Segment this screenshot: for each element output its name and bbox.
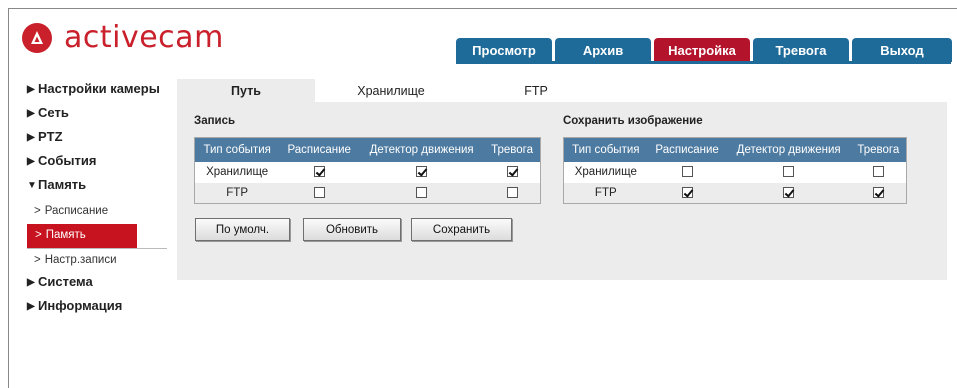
column-header: Детектор движения bbox=[726, 137, 851, 162]
tab-logout[interactable]: Выход bbox=[852, 38, 952, 62]
snapshot-ftp-motion-checkbox[interactable] bbox=[783, 187, 795, 199]
snapshot-ftp-schedule-checkbox[interactable] bbox=[681, 187, 693, 199]
column-header: Тревога bbox=[850, 137, 907, 162]
column-header: Тревога bbox=[484, 137, 541, 162]
snapshot-ftp-alarm-checkbox[interactable] bbox=[872, 187, 884, 199]
tab-view[interactable]: Просмотр bbox=[456, 38, 552, 62]
table-header-row: Тип события Расписание Детектор движения… bbox=[563, 137, 907, 162]
column-header: Тип события bbox=[563, 137, 648, 162]
column-header: Расписание bbox=[647, 137, 727, 162]
default-button[interactable]: По умолч. bbox=[195, 218, 290, 241]
sidebar-item-label: Система bbox=[38, 274, 93, 289]
table-header-row: Тип события Расписание Детектор движения… bbox=[194, 137, 541, 162]
record-section-title: Запись bbox=[194, 115, 236, 127]
row-label: Хранилище bbox=[206, 166, 269, 178]
tab-archive[interactable]: Архив bbox=[555, 38, 651, 62]
tab-settings[interactable]: Настройка bbox=[654, 38, 750, 62]
expand-arrow-icon: ▶ bbox=[27, 84, 35, 95]
sidebar-item-network[interactable]: ▶ Сеть bbox=[27, 104, 167, 128]
carat-icon: > bbox=[34, 205, 41, 217]
sidebar-item-label: Сеть bbox=[38, 105, 69, 120]
sidebar-item-label: Информация bbox=[38, 298, 123, 313]
expand-arrow-icon: ▶ bbox=[27, 301, 35, 312]
sidebar-item-label: Память bbox=[38, 177, 87, 192]
brand-name: activecam bbox=[64, 20, 224, 55]
sidebar: ▶ Настройки камеры ▶ Сеть ▶ PTZ ▶ Событи… bbox=[27, 80, 167, 321]
sidebar-item-system[interactable]: ▶ Система bbox=[27, 273, 167, 297]
table-row: Хранилище bbox=[195, 162, 541, 183]
collapse-arrow-icon: ▼ bbox=[27, 180, 37, 191]
brand-logo: activecam bbox=[22, 20, 224, 55]
sidebar-subitem-record-settings[interactable]: > Настр.записи bbox=[27, 249, 167, 273]
sidebar-item-camera-settings[interactable]: ▶ Настройки камеры bbox=[27, 80, 167, 104]
column-header: Тип события bbox=[194, 137, 280, 162]
top-navigation: Просмотр Архив Настройка Тревога Выход bbox=[456, 38, 952, 62]
table-row: Хранилище bbox=[564, 162, 907, 183]
expand-arrow-icon: ▶ bbox=[27, 277, 35, 288]
subtab-storage[interactable]: Хранилище bbox=[322, 79, 460, 102]
snapshot-table: Тип события Расписание Детектор движения… bbox=[563, 137, 907, 204]
expand-arrow-icon: ▶ bbox=[27, 156, 35, 167]
sidebar-item-ptz[interactable]: ▶ PTZ bbox=[27, 128, 167, 152]
sidebar-item-label: Настройки камеры bbox=[38, 81, 160, 96]
column-header: Расписание bbox=[279, 137, 360, 162]
refresh-button[interactable]: Обновить bbox=[303, 218, 401, 241]
table-row: FTP bbox=[563, 182, 907, 204]
sidebar-item-events[interactable]: ▶ События bbox=[27, 152, 167, 176]
record-ftp-motion-checkbox[interactable] bbox=[416, 187, 428, 199]
row-label: Хранилище bbox=[574, 166, 637, 178]
record-storage-alarm-checkbox[interactable] bbox=[506, 166, 518, 178]
subtab-bar: Путь Хранилище FTP bbox=[177, 79, 612, 102]
sidebar-subitem-label: Настр.записи bbox=[44, 254, 117, 266]
snapshot-storage-motion-checkbox[interactable] bbox=[783, 166, 795, 178]
sidebar-subitem-label: Память bbox=[45, 229, 86, 241]
column-header: Детектор движения bbox=[359, 137, 485, 162]
sidebar-subitem-schedule[interactable]: > Расписание bbox=[27, 200, 167, 224]
save-button[interactable]: Сохранить bbox=[411, 218, 512, 241]
sidebar-subitem-storage[interactable]: > Память bbox=[27, 224, 137, 248]
expand-arrow-icon: ▶ bbox=[27, 132, 35, 143]
record-storage-schedule-checkbox[interactable] bbox=[313, 166, 325, 178]
table-row: FTP bbox=[194, 182, 541, 204]
subtab-ftp[interactable]: FTP bbox=[467, 79, 605, 102]
expand-arrow-icon: ▶ bbox=[27, 108, 35, 119]
sidebar-subitem-label: Расписание bbox=[44, 205, 109, 217]
subtab-path[interactable]: Путь bbox=[177, 79, 315, 102]
snapshot-storage-alarm-checkbox[interactable] bbox=[872, 166, 884, 178]
sidebar-item-storage[interactable]: ▼ Память bbox=[27, 176, 167, 200]
row-label: FTP bbox=[194, 182, 280, 204]
record-ftp-schedule-checkbox[interactable] bbox=[313, 187, 325, 199]
snapshot-section-title: Сохранить изображение bbox=[563, 115, 703, 127]
record-storage-motion-checkbox[interactable] bbox=[416, 166, 428, 178]
nav-underline bbox=[456, 61, 951, 64]
snapshot-storage-schedule-checkbox[interactable] bbox=[681, 166, 693, 178]
sidebar-item-label: PTZ bbox=[38, 129, 63, 144]
record-ftp-alarm-checkbox[interactable] bbox=[506, 187, 518, 199]
row-label: FTP bbox=[563, 182, 648, 204]
tab-alarm[interactable]: Тревога bbox=[753, 38, 849, 62]
record-table: Тип события Расписание Детектор движения… bbox=[194, 137, 541, 204]
carat-icon: > bbox=[35, 229, 42, 241]
carat-icon: > bbox=[34, 254, 41, 266]
activecam-logo-icon bbox=[22, 22, 52, 53]
sidebar-item-label: События bbox=[38, 153, 97, 168]
sidebar-item-info[interactable]: ▶ Информация bbox=[27, 297, 167, 321]
